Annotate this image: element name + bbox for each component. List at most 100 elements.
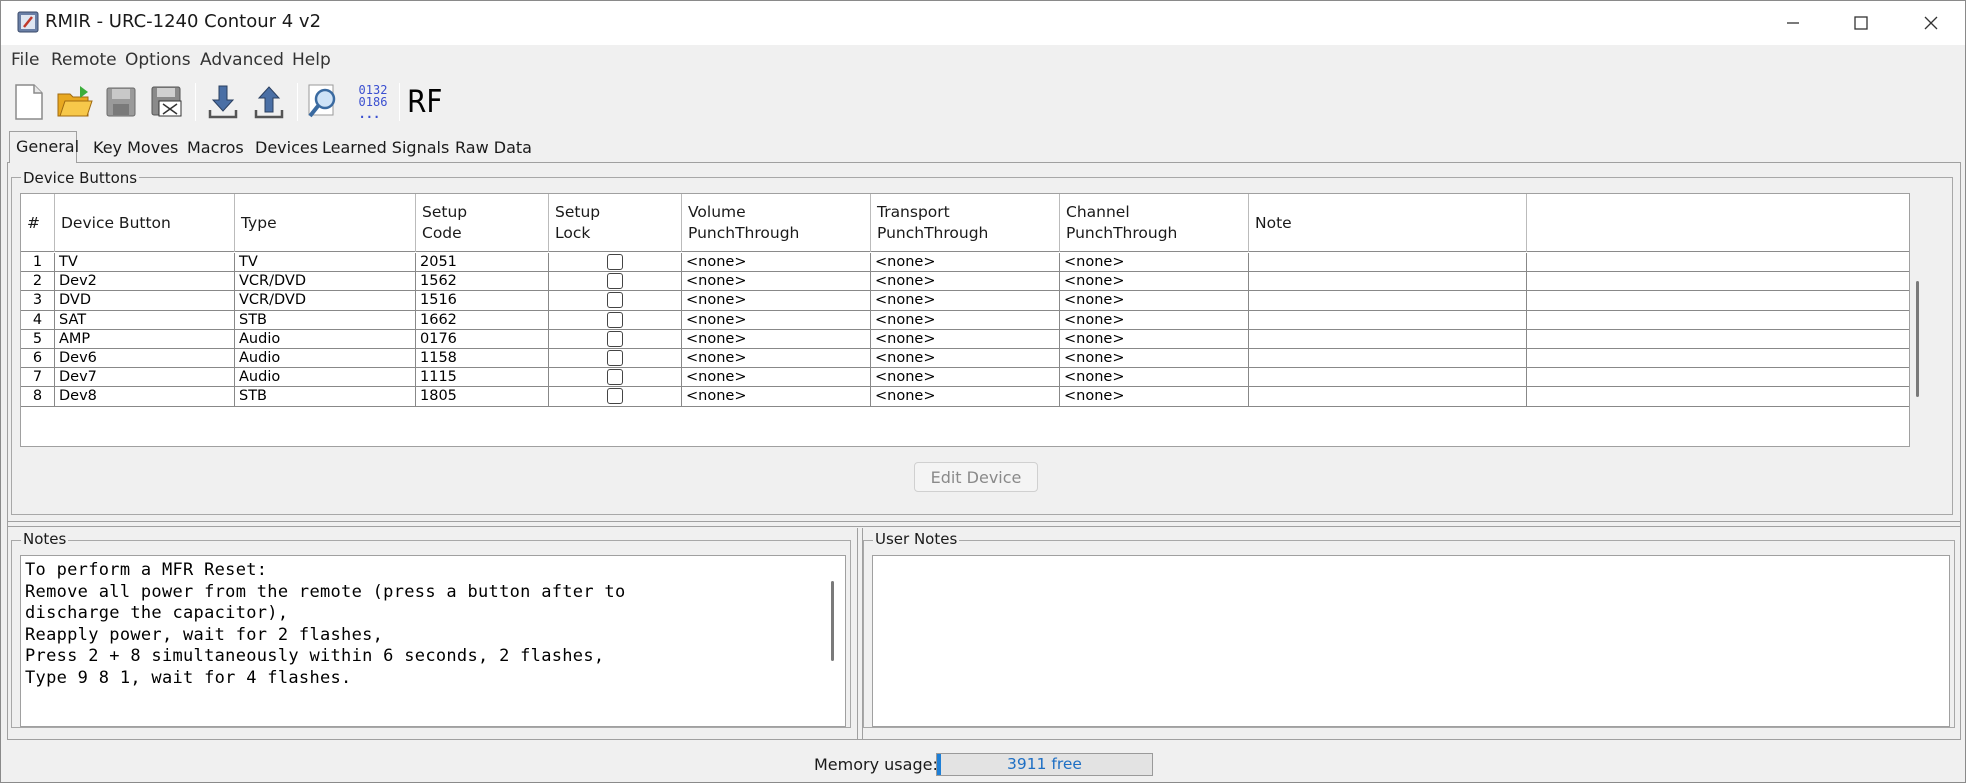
- table-row[interactable]: 4 SAT STB 1662 <none> <none> <none>: [21, 310, 1909, 330]
- tab-learned-signals[interactable]: Learned Signals: [316, 133, 455, 161]
- table-cell-note[interactable]: [1249, 310, 1527, 330]
- table-cell-vol[interactable]: <none>: [682, 310, 871, 330]
- code-view-button[interactable]: 0132 0186 ...: [351, 81, 395, 123]
- setup-lock-checkbox[interactable]: [606, 369, 623, 386]
- table-cell-chan[interactable]: <none>: [1060, 349, 1249, 369]
- table-cell-trans[interactable]: <none>: [871, 349, 1060, 369]
- search-button[interactable]: [305, 81, 345, 123]
- menu-advanced[interactable]: Advanced: [200, 50, 284, 70]
- column-header[interactable]: #: [21, 194, 55, 252]
- setup-lock-checkbox[interactable]: [606, 388, 623, 405]
- table-cell-type[interactable]: VCR/DVD: [235, 272, 416, 292]
- table-cell-vol[interactable]: <none>: [682, 329, 871, 349]
- new-button[interactable]: [9, 81, 49, 123]
- minimize-button[interactable]: [1759, 1, 1827, 45]
- column-header[interactable]: Note: [1249, 194, 1527, 252]
- table-cell-note[interactable]: [1249, 387, 1527, 407]
- table-row[interactable]: 7 Dev7 Audio 1115 <none> <none> <none>: [21, 368, 1909, 388]
- table-cell-vol[interactable]: <none>: [682, 368, 871, 388]
- open-button[interactable]: [55, 81, 95, 123]
- table-cell-vol[interactable]: <none>: [682, 253, 871, 273]
- setup-lock-checkbox[interactable]: [606, 350, 623, 366]
- table-cell-note[interactable]: [1249, 272, 1527, 292]
- table-cell-num[interactable]: 3: [21, 291, 55, 311]
- rf-button[interactable]: RF: [405, 81, 445, 123]
- table-cell-num[interactable]: 5: [21, 329, 55, 349]
- table-cell-note[interactable]: [1249, 349, 1527, 369]
- maximize-button[interactable]: [1827, 1, 1895, 45]
- setup-lock-checkbox[interactable]: [606, 311, 623, 328]
- table-cell-vol[interactable]: <none>: [682, 291, 871, 311]
- table-cell-trans[interactable]: <none>: [871, 329, 1060, 349]
- setup-lock-cell[interactable]: [549, 329, 682, 349]
- table-scrollbar[interactable]: [1911, 271, 1925, 447]
- menu-file[interactable]: File: [11, 50, 39, 70]
- table-cell-type[interactable]: STB: [235, 310, 416, 330]
- column-header[interactable]: Channel PunchThrough: [1060, 194, 1249, 252]
- table-cell-num[interactable]: 4: [21, 310, 55, 330]
- table-cell-code[interactable]: 0176: [416, 329, 549, 349]
- table-cell-chan[interactable]: <none>: [1060, 272, 1249, 292]
- table-cell-vol[interactable]: <none>: [682, 387, 871, 407]
- table-cell-type[interactable]: Audio: [235, 349, 416, 369]
- setup-lock-cell[interactable]: [549, 349, 682, 369]
- menu-help[interactable]: Help: [292, 50, 331, 70]
- table-cell-note[interactable]: [1249, 329, 1527, 349]
- table-cell-chan[interactable]: <none>: [1060, 387, 1249, 407]
- column-header[interactable]: Volume PunchThrough: [682, 194, 871, 252]
- setup-lock-cell[interactable]: [549, 310, 682, 330]
- notes-scrollbar-thumb[interactable]: [831, 581, 834, 661]
- table-cell-chan[interactable]: <none>: [1060, 329, 1249, 349]
- table-cell-code[interactable]: 2051: [416, 253, 549, 273]
- edit-device-button[interactable]: Edit Device: [914, 462, 1038, 492]
- column-header[interactable]: Transport PunchThrough: [871, 194, 1060, 252]
- table-cell-code[interactable]: 1115: [416, 368, 549, 388]
- setup-lock-cell[interactable]: [549, 387, 682, 407]
- table-cell-note[interactable]: [1249, 253, 1527, 273]
- device-buttons-table[interactable]: # Device Button Type Setup Code Setup Lock Volu…: [20, 193, 1910, 447]
- table-cell-button[interactable]: Dev6: [55, 349, 235, 369]
- setup-lock-cell[interactable]: [549, 253, 682, 273]
- table-cell-button[interactable]: Dev2: [55, 272, 235, 292]
- table-cell-button[interactable]: TV: [55, 253, 235, 273]
- tab-raw-data[interactable]: Raw Data: [449, 133, 538, 161]
- table-cell-type[interactable]: Audio: [235, 368, 416, 388]
- table-cell-trans[interactable]: <none>: [871, 368, 1060, 388]
- table-cell-button[interactable]: AMP: [55, 329, 235, 349]
- save-as-button[interactable]: [147, 81, 187, 123]
- column-header[interactable]: Type: [235, 194, 416, 252]
- setup-lock-cell[interactable]: [549, 291, 682, 311]
- setup-lock-checkbox[interactable]: [606, 330, 623, 347]
- table-row[interactable]: 1 TV TV 2051 <none> <none> <none>: [21, 253, 1909, 273]
- table-cell-num[interactable]: 7: [21, 368, 55, 388]
- tab-general[interactable]: General: [9, 131, 79, 163]
- close-button[interactable]: [1897, 1, 1965, 45]
- table-cell-code[interactable]: 1516: [416, 291, 549, 311]
- table-cell-vol[interactable]: <none>: [682, 272, 871, 292]
- table-cell-type[interactable]: TV: [235, 253, 416, 273]
- table-cell-vol[interactable]: <none>: [682, 349, 871, 369]
- column-header[interactable]: Device Button: [55, 194, 235, 252]
- setup-lock-checkbox[interactable]: [606, 273, 623, 290]
- table-cell-type[interactable]: Audio: [235, 329, 416, 349]
- table-cell-num[interactable]: 6: [21, 349, 55, 369]
- setup-lock-cell[interactable]: [549, 272, 682, 292]
- table-cell-code[interactable]: 1805: [416, 387, 549, 407]
- table-row[interactable]: 8 Dev8 STB 1805 <none> <none> <none>: [21, 387, 1909, 407]
- table-cell-trans[interactable]: <none>: [871, 253, 1060, 273]
- user-notes-text-area[interactable]: [872, 555, 1950, 727]
- table-cell-button[interactable]: SAT: [55, 310, 235, 330]
- notes-text-area[interactable]: To perform a MFR Reset: Remove all power …: [20, 555, 846, 727]
- horizontal-splitter[interactable]: [7, 521, 1961, 527]
- table-cell-code[interactable]: 1562: [416, 272, 549, 292]
- table-cell-num[interactable]: 2: [21, 272, 55, 292]
- table-row[interactable]: 2 Dev2 VCR/DVD 1562 <none> <none> <none>: [21, 272, 1909, 292]
- table-cell-chan[interactable]: <none>: [1060, 291, 1249, 311]
- table-cell-chan[interactable]: <none>: [1060, 368, 1249, 388]
- setup-lock-cell[interactable]: [549, 368, 682, 388]
- table-cell-type[interactable]: STB: [235, 387, 416, 407]
- table-cell-button[interactable]: Dev7: [55, 368, 235, 388]
- column-header[interactable]: Setup Code: [416, 194, 549, 252]
- table-cell-note[interactable]: [1249, 368, 1527, 388]
- table-cell-chan[interactable]: <none>: [1060, 310, 1249, 330]
